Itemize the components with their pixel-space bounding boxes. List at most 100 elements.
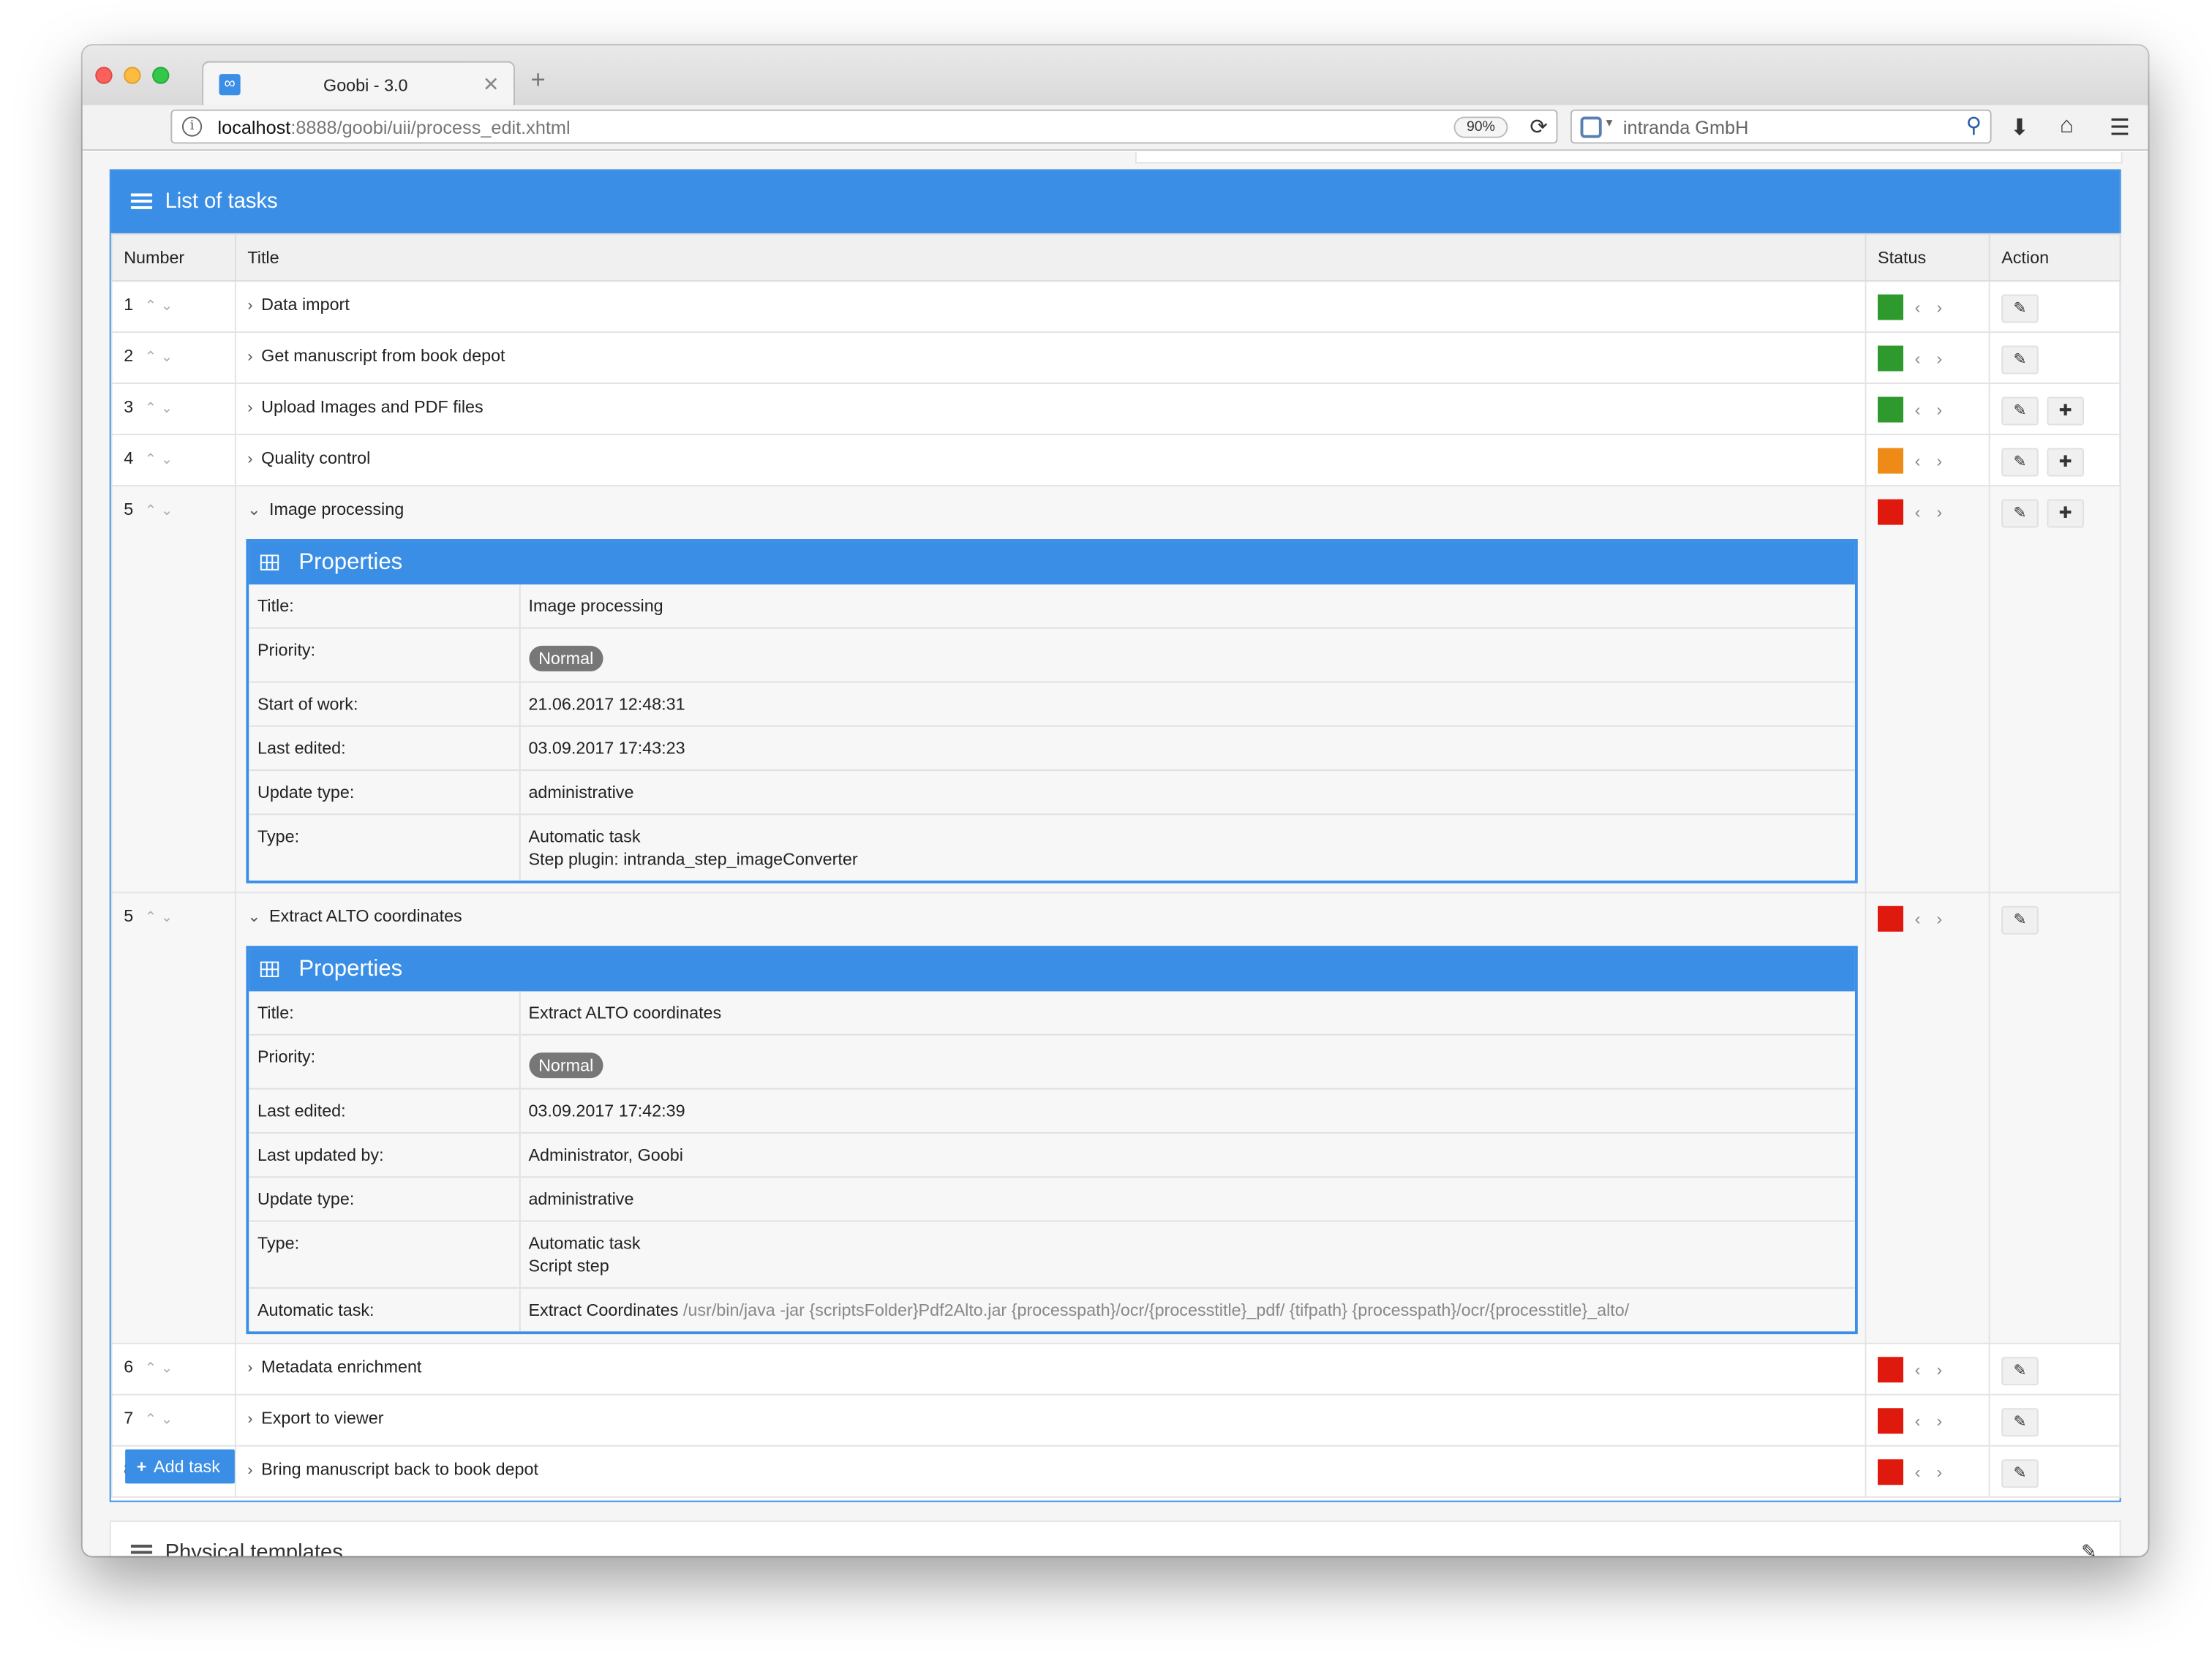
minimize-window-button[interactable] [124, 67, 141, 84]
task-action-cell: ✎ [1988, 1445, 2121, 1498]
task-title[interactable]: Data import [261, 295, 350, 315]
edit-icon[interactable]: ✎ [2081, 1540, 2096, 1556]
close-tab-icon[interactable]: ✕ [483, 72, 500, 97]
table-header-row: Number Title Status Action [110, 233, 2121, 282]
edit-task-button[interactable]: ✎ [2001, 1357, 2039, 1386]
task-number-cell: 7 ⌃⌄ [110, 1393, 236, 1447]
chevron-down-icon[interactable]: ⌄ [247, 502, 260, 519]
property-value: Administrator, Goobi [519, 1131, 1855, 1178]
property-label: Automatic task: [249, 1287, 520, 1332]
task-title[interactable]: Upload Images and PDF files [261, 397, 484, 417]
plugin-button[interactable]: ✚ [2047, 448, 2084, 477]
edit-task-button[interactable]: ✎ [2001, 345, 2039, 374]
chevron-right-icon[interactable]: › [247, 297, 252, 314]
site-info-icon[interactable]: i [181, 116, 203, 137]
status-change-arrows-icon[interactable]: ‹ › [1915, 399, 1948, 419]
tab-title: Goobi - 3.0 [323, 75, 408, 96]
download-icon[interactable]: ⬇ [2010, 114, 2029, 143]
close-window-button[interactable] [95, 67, 113, 84]
property-label: Last edited: [249, 1088, 520, 1133]
chevron-right-icon[interactable]: › [247, 1411, 252, 1428]
reorder-arrows-icon[interactable]: ⌃⌄ [145, 911, 177, 926]
task-status-cell: ‹ › [1865, 331, 1990, 385]
property-value: Normal [519, 627, 1855, 682]
task-title[interactable]: Image processing [269, 500, 404, 519]
edit-task-button[interactable]: ✎ [2001, 294, 2039, 323]
task-title[interactable]: Quality control [261, 448, 370, 468]
chevron-down-icon[interactable]: ⌄ [247, 909, 260, 926]
status-change-arrows-icon[interactable]: ‹ › [1915, 1360, 1948, 1379]
property-row: Automatic task: Extract Coordinates /usr/… [249, 1287, 1855, 1332]
zoom-indicator[interactable]: 90% [1453, 116, 1508, 138]
edit-task-button[interactable]: ✎ [2001, 396, 2039, 426]
browser-tab[interactable]: ∞ Goobi - 3.0 ✕ [202, 61, 515, 105]
plugin-button[interactable]: ✚ [2047, 396, 2084, 426]
chevron-right-icon[interactable]: › [247, 451, 252, 467]
status-change-arrows-icon[interactable]: ‹ › [1915, 1462, 1948, 1482]
property-row: Type: Automatic task Step plugin: intranda… [249, 813, 1855, 881]
property-row: Last edited: 03.09.2017 17:42:39 [249, 1088, 1855, 1133]
property-label: Title: [249, 991, 520, 1035]
edit-task-button[interactable]: ✎ [2001, 905, 2039, 935]
search-engine-icon[interactable] [1580, 116, 1602, 138]
search-input[interactable]: intranda GmbH [1623, 116, 1748, 138]
table-icon [260, 961, 279, 978]
task-number: 3 [124, 396, 134, 417]
status-change-arrows-icon[interactable]: ‹ › [1915, 1411, 1948, 1431]
property-row: Title: Extract ALTO coordinates [249, 991, 1855, 1035]
reload-icon[interactable]: ⟳ [1530, 114, 1547, 140]
edit-task-button[interactable]: ✎ [2001, 499, 2039, 528]
status-change-arrows-icon[interactable]: ‹ › [1915, 297, 1948, 317]
reorder-arrows-icon[interactable]: ⌃⌄ [145, 298, 177, 314]
properties-header: Properties [249, 541, 1855, 585]
list-icon [130, 1544, 153, 1556]
task-status-cell: ‹ › [1865, 280, 1990, 334]
reorder-arrows-icon[interactable]: ⌃⌄ [145, 350, 177, 365]
edit-task-button[interactable]: ✎ [2001, 1459, 2039, 1488]
chevron-right-icon[interactable]: › [247, 1462, 252, 1479]
edit-task-button[interactable]: ✎ [2001, 1408, 2039, 1437]
property-value: Automatic task Script step [519, 1220, 1855, 1288]
status-change-arrows-icon[interactable]: ‹ › [1915, 502, 1948, 521]
address-bar[interactable]: i localhost:8888/goobi/uii/process_edit.… [170, 109, 1558, 144]
property-value-text: Automatic task [528, 826, 641, 847]
status-change-arrows-icon[interactable]: ‹ › [1915, 909, 1948, 929]
property-value: Extract ALTO coordinates [519, 991, 1855, 1035]
property-label: Last updated by: [249, 1131, 520, 1178]
task-title[interactable]: Bring manuscript back to book depot [261, 1459, 538, 1479]
reorder-arrows-icon[interactable]: ⌃⌄ [145, 452, 177, 467]
property-value-text: Extract ALTO coordinates [528, 1003, 722, 1023]
home-icon[interactable]: ⌂ [2060, 114, 2074, 140]
new-tab-icon[interactable]: + [530, 65, 545, 95]
status-change-arrows-icon[interactable]: ‹ › [1915, 348, 1948, 368]
search-icon[interactable]: ⚲ [1966, 113, 1982, 138]
maximize-window-button[interactable] [152, 67, 170, 84]
property-value: Extract Coordinates /usr/bin/java -jar {… [519, 1287, 1855, 1332]
add-task-button[interactable]: + Add task [125, 1449, 235, 1484]
plugin-button[interactable]: ✚ [2047, 499, 2084, 528]
property-value-text: 03.09.2017 17:43:23 [528, 738, 685, 758]
reorder-arrows-icon[interactable]: ⌃⌄ [145, 503, 177, 519]
task-title[interactable]: Metadata enrichment [261, 1357, 421, 1376]
engine-dropdown-icon[interactable]: ▾ [1606, 116, 1613, 131]
reorder-arrows-icon[interactable]: ⌃⌄ [145, 1412, 177, 1428]
column-status: Status [1865, 233, 1990, 282]
task-number: 5 [124, 499, 134, 519]
reorder-arrows-icon[interactable]: ⌃⌄ [145, 401, 177, 416]
chevron-right-icon[interactable]: › [247, 1360, 252, 1376]
task-title[interactable]: Export to viewer [261, 1408, 383, 1428]
reorder-arrows-icon[interactable]: ⌃⌄ [145, 1361, 177, 1376]
task-title-cell: › Data import [234, 280, 1867, 334]
chevron-right-icon[interactable]: › [247, 399, 252, 416]
task-title[interactable]: Get manuscript from book depot [261, 346, 505, 366]
task-title[interactable]: Extract ALTO coordinates [269, 906, 462, 926]
menu-icon[interactable]: ☰ [2110, 114, 2130, 143]
properties-table: Title: Image processing Priority: Normal Sta… [249, 584, 1855, 881]
table-row: 7 ⌃⌄ › Export to viewer ‹ › ✎ [110, 1393, 2121, 1447]
search-bar[interactable]: ▾ intranda GmbH ⚲ [1570, 109, 1992, 144]
column-title: Title [234, 233, 1867, 282]
property-value: 21.06.2017 12:48:31 [519, 681, 1855, 726]
chevron-right-icon[interactable]: › [247, 348, 252, 365]
status-change-arrows-icon[interactable]: ‹ › [1915, 451, 1948, 470]
edit-task-button[interactable]: ✎ [2001, 448, 2039, 477]
